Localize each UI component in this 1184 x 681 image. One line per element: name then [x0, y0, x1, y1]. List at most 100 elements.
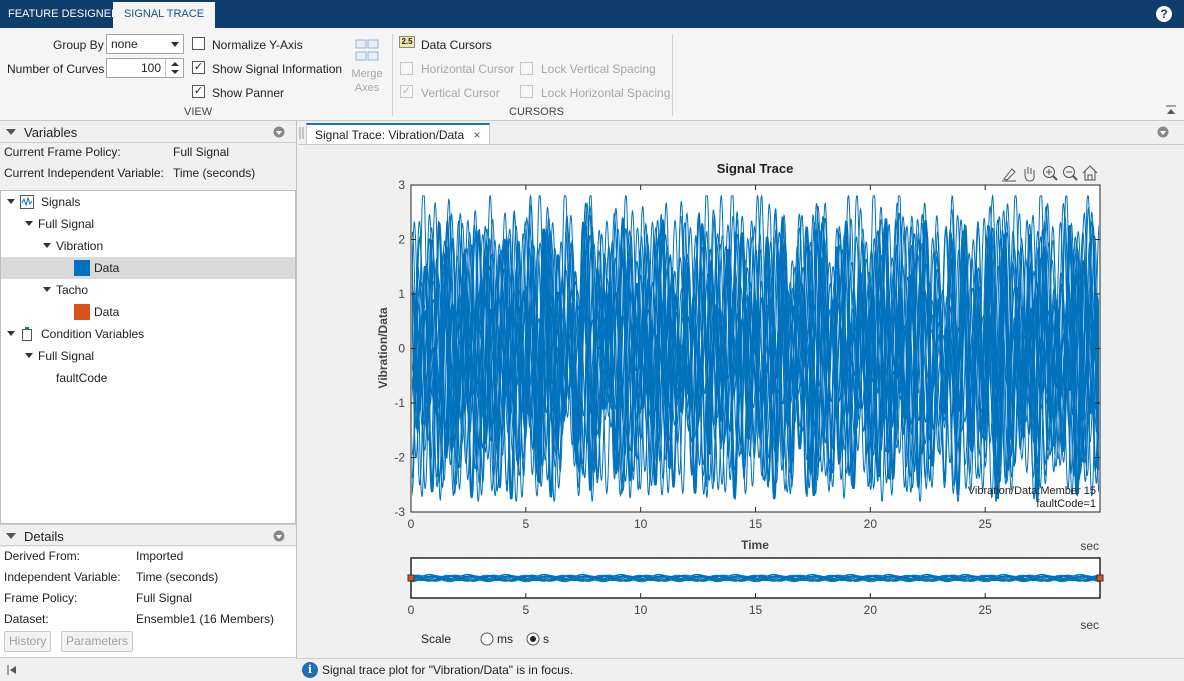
panel-menu-icon[interactable]: [273, 126, 285, 138]
collapse-icon[interactable]: [6, 129, 16, 135]
document-tab[interactable]: Signal Trace: Vibration/Data ×: [306, 123, 490, 145]
tree-item-label: Signals: [41, 195, 81, 209]
tree-item-tacho[interactable]: Tacho: [1, 279, 295, 301]
tree-item-full-signal[interactable]: Full Signal: [1, 345, 295, 367]
tree-item-label: Data: [94, 261, 120, 275]
panner-x-tick-label: 25: [978, 603, 992, 617]
expand-icon[interactable]: [43, 243, 51, 248]
signal-icon: [20, 195, 34, 209]
lock-vertical-spacing-label: Lock Vertical Spacing: [541, 62, 656, 76]
panel-menu-icon[interactable]: [273, 530, 285, 542]
y-tick-label: -1: [394, 396, 405, 410]
normalize-y-axis-checkbox[interactable]: [192, 37, 205, 50]
tree-item-label: faultCode: [56, 371, 108, 385]
status-bar: i Signal trace plot for "Vibration/Data"…: [296, 658, 1184, 681]
expand-icon[interactable]: [25, 221, 33, 226]
ribbon-divider: [392, 34, 393, 116]
data-cursors-icon: 2.5: [399, 36, 415, 48]
show-signal-info-label: Show Signal Information: [212, 62, 343, 76]
panner-right-handle[interactable]: [1096, 574, 1104, 582]
info-icon: i: [302, 662, 318, 678]
x-axis-label: Time: [741, 538, 769, 552]
help-icon[interactable]: ?: [1156, 6, 1172, 22]
show-signal-info-checkbox[interactable]: ✓: [192, 61, 205, 74]
zoom-in-icon[interactable]: [1043, 166, 1058, 181]
spinner-buttons[interactable]: [165, 59, 183, 77]
home-icon[interactable]: [1082, 165, 1098, 181]
details-label: Independent Variable:: [4, 570, 121, 584]
lock-horizontal-spacing-label: Lock Horizontal Spacing: [541, 86, 671, 100]
lock-horizontal-spacing-checkbox[interactable]: [520, 85, 533, 98]
tree-item-condition-variables[interactable]: Condition Variables: [1, 323, 295, 345]
collapse-left-icon[interactable]: [7, 665, 17, 675]
scale-s-label: s: [543, 632, 549, 646]
cursors-section-label: CURSORS: [509, 106, 565, 118]
details-label: Frame Policy:: [4, 591, 78, 605]
merge-axes-label-2: Axes: [354, 82, 380, 94]
details-panel-header: Details: [0, 524, 296, 546]
expand-icon[interactable]: [7, 199, 15, 204]
show-panner-label: Show Panner: [212, 86, 285, 100]
history-button[interactable]: History: [4, 631, 52, 652]
merge-axes-button[interactable]: Merge Axes: [350, 34, 384, 102]
expand-icon[interactable]: [25, 353, 33, 358]
scale-s-radio-dot: [530, 636, 536, 642]
y-tick-label: -2: [394, 451, 405, 465]
tree-item-full-signal[interactable]: Full Signal: [1, 213, 295, 235]
frame-policy-label: Current Frame Policy:: [4, 145, 121, 159]
brush-icon[interactable]: [1002, 168, 1016, 182]
horizontal-cursor-checkbox[interactable]: [400, 62, 413, 75]
color-swatch: [74, 260, 90, 276]
y-tick-label: -3: [394, 505, 405, 519]
scale-ms-label: ms: [497, 632, 513, 646]
group-by-dropdown[interactable]: none: [106, 34, 184, 54]
panner-traces: [412, 573, 1099, 583]
details-value: Ensemble1 (16 Members): [136, 612, 275, 626]
tree-item-tacho-data[interactable]: Data: [1, 301, 295, 323]
collapse-toolstrip-icon[interactable]: [1165, 105, 1177, 115]
variables-title: Variables: [24, 125, 78, 140]
panner-x-tick-label: 10: [634, 603, 648, 617]
panner-x-tick-label: 15: [749, 603, 763, 617]
tree-item-vibration[interactable]: Vibration: [1, 235, 295, 257]
chevron-down-icon: [171, 42, 179, 47]
num-curves-spinner[interactable]: 100: [106, 58, 184, 78]
x-tick-label: 25: [978, 517, 992, 531]
num-curves-label: Number of Curves: [7, 62, 105, 76]
tree-item-faultcode[interactable]: faultCode: [1, 367, 295, 389]
pan-icon[interactable]: [1024, 167, 1035, 182]
parameters-button[interactable]: Parameters: [61, 631, 134, 652]
lock-vertical-spacing-checkbox[interactable]: [520, 62, 533, 75]
merge-axes-icon: [355, 39, 379, 61]
tree-item-vibration-data[interactable]: Data: [1, 257, 295, 279]
close-icon[interactable]: ×: [474, 128, 481, 142]
document-menu-icon[interactable]: [1157, 126, 1169, 138]
indep-var-label: Current Independent Variable:: [4, 166, 164, 180]
scale-ms-radio[interactable]: [480, 632, 494, 646]
document-tab-label: Signal Trace: Vibration/Data: [315, 128, 465, 142]
zoom-out-icon[interactable]: [1063, 166, 1078, 181]
x-unit-label: sec: [1080, 539, 1099, 553]
expand-icon[interactable]: [7, 331, 15, 336]
panel-splitter[interactable]: [296, 121, 297, 681]
drag-grip-icon[interactable]: [299, 126, 305, 140]
details-value: Time (seconds): [136, 570, 219, 584]
panner-left-handle[interactable]: [407, 574, 415, 582]
vertical-cursor-checkbox[interactable]: ✓: [400, 85, 413, 98]
x-tick-label: 5: [522, 517, 529, 531]
collapse-icon[interactable]: [6, 533, 16, 539]
member-annotation-line1: Vibration/Data:Member 15: [968, 485, 1096, 497]
tree-item-label: Tacho: [56, 283, 89, 297]
show-panner-checkbox[interactable]: ✓: [192, 85, 205, 98]
tab-feature-designer[interactable]: FEATURE DESIGNER: [0, 0, 127, 28]
frame-policy-value: Full Signal: [173, 145, 230, 159]
scale-label: Scale: [421, 632, 451, 646]
tree-item-signals[interactable]: Signals: [1, 191, 295, 213]
variables-panel-header: Variables: [0, 121, 296, 143]
expand-icon[interactable]: [43, 287, 51, 292]
data-cursors-button[interactable]: Data Cursors: [421, 38, 492, 52]
details-value: Full Signal: [136, 591, 193, 605]
panner-x-unit: sec: [1080, 618, 1099, 632]
tab-signal-trace[interactable]: SIGNAL TRACE: [113, 2, 215, 28]
signal-trace-chart[interactable]: Signal Trace -3-2-10123 0 5 10 15 20 25 Time …: [298, 145, 1184, 655]
